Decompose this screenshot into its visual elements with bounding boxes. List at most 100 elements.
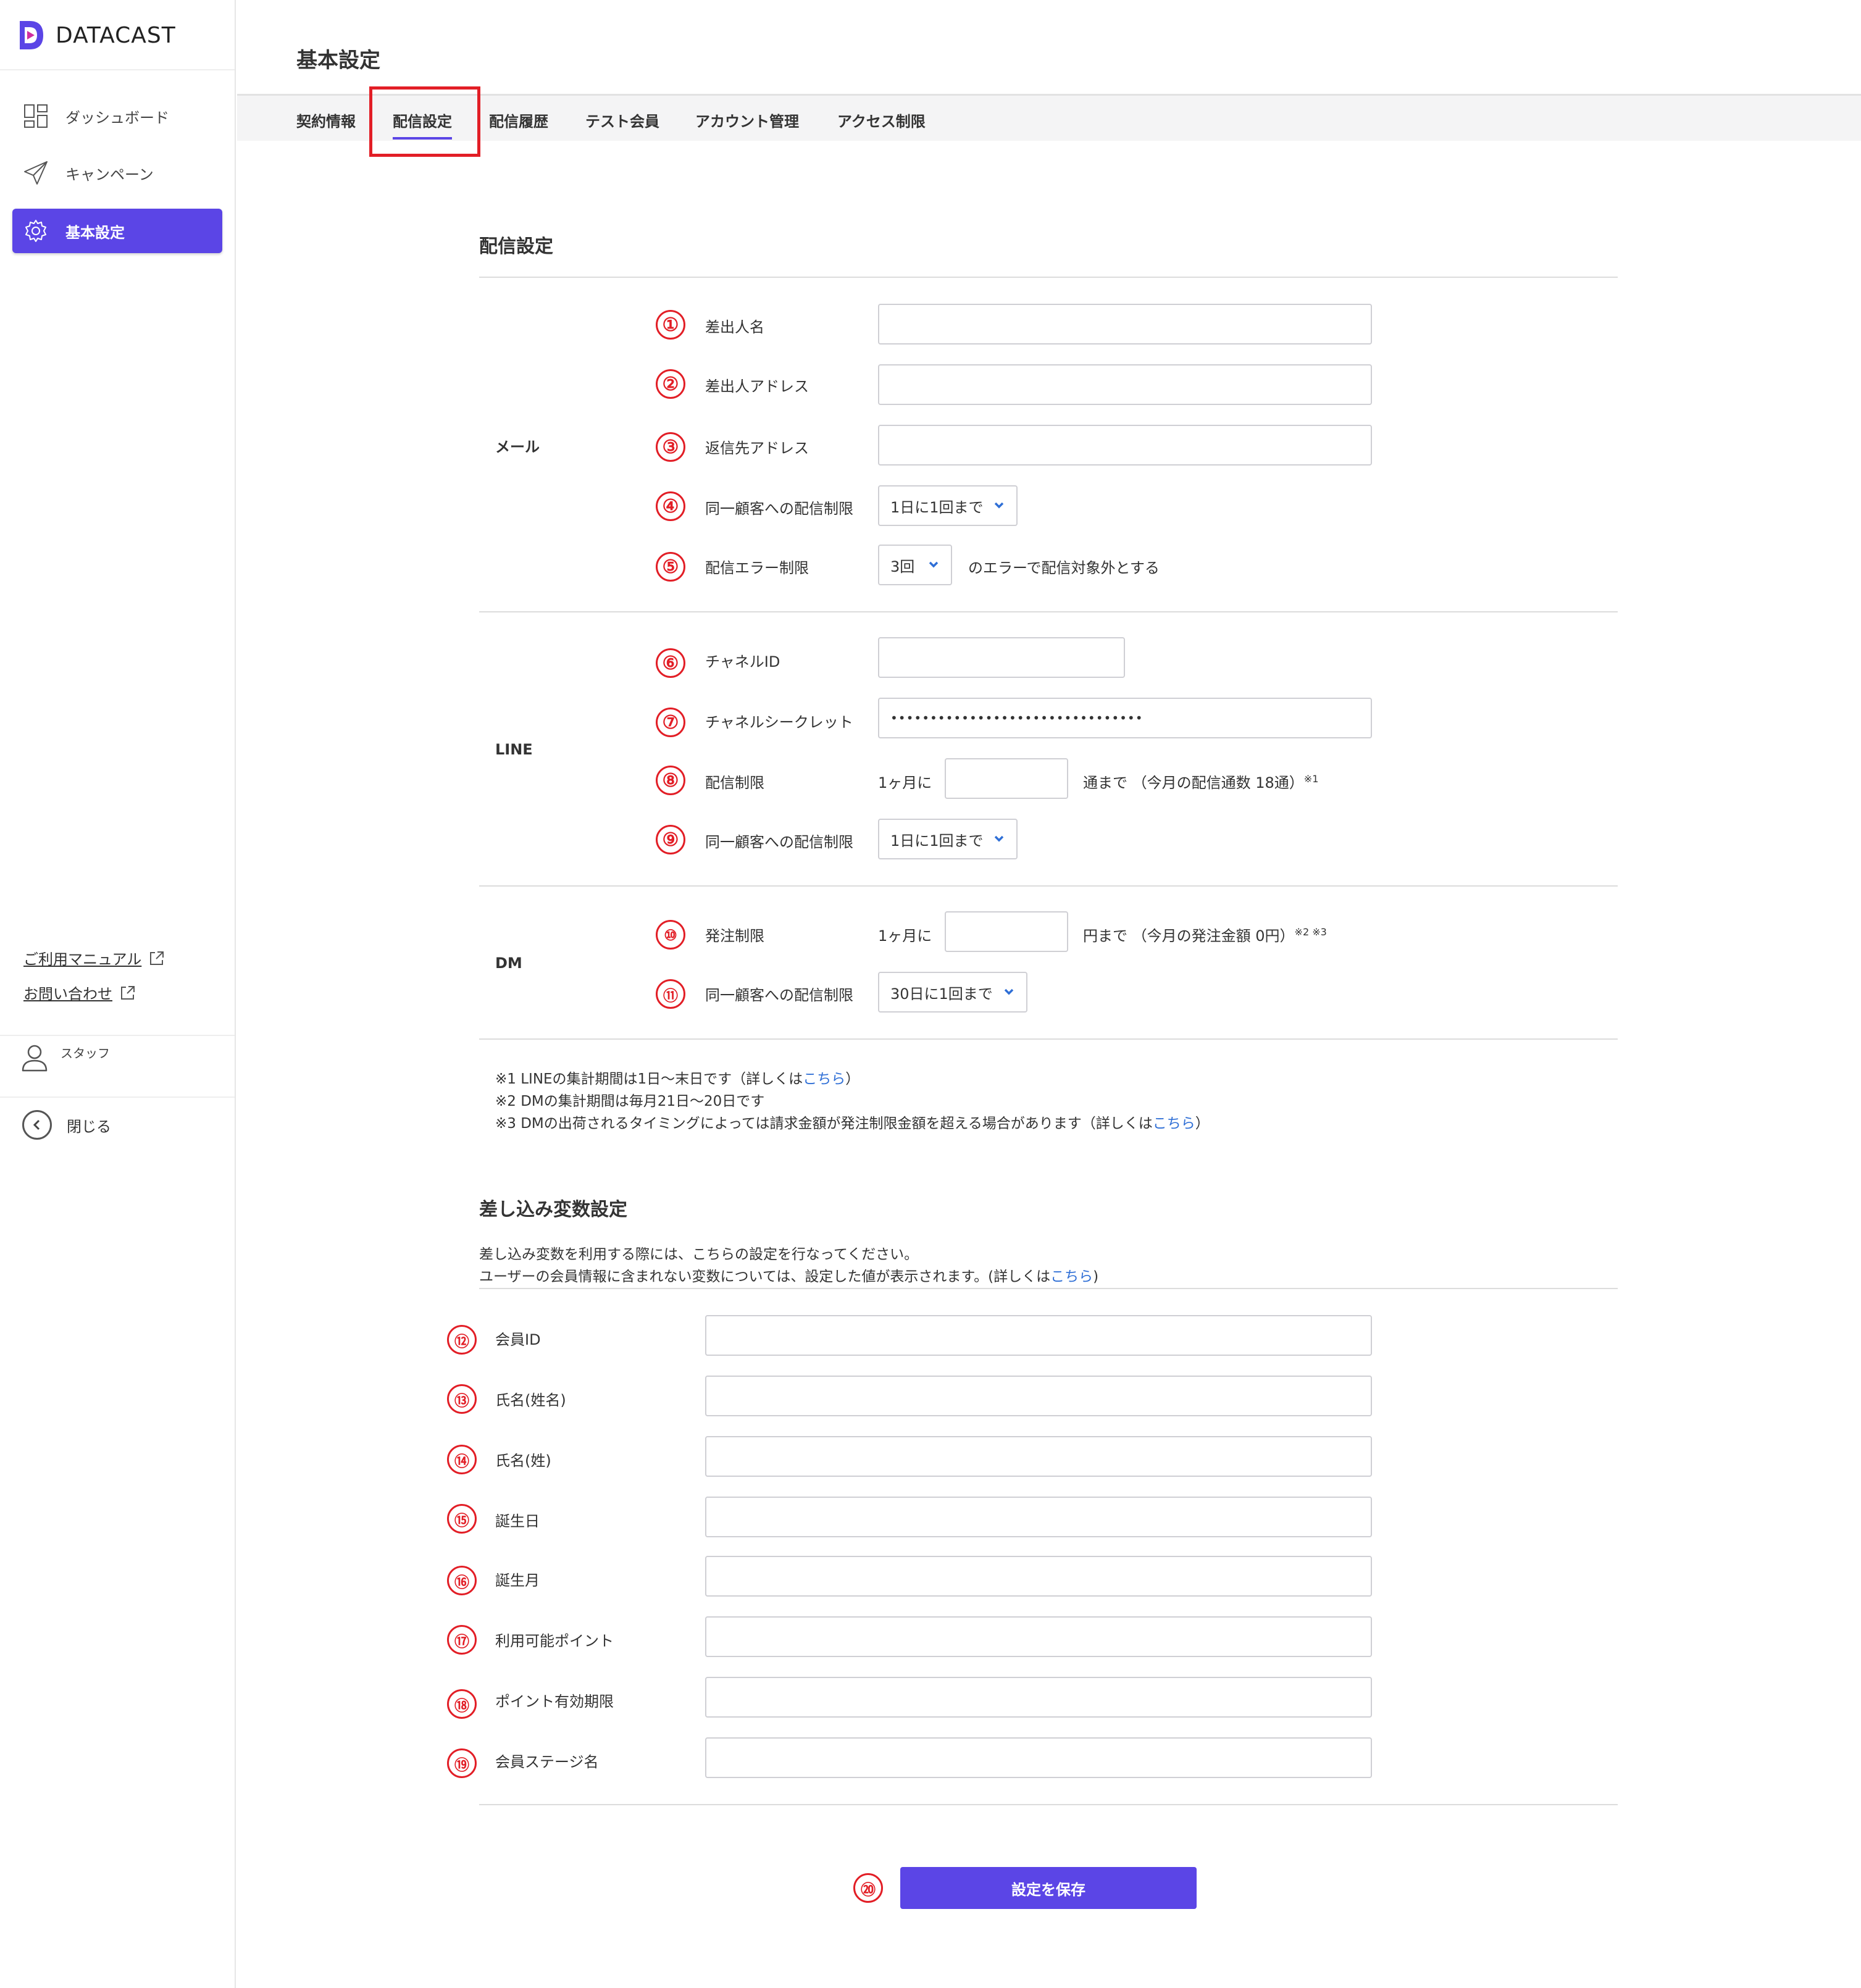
line-delivery-limit-label: 配信制限 [705, 774, 764, 791]
divider [479, 1038, 1618, 1040]
logo-text: DATACAST [56, 22, 176, 48]
annotation-badge: ⑦ [656, 708, 685, 737]
dm-same-customer-limit-label: 同一顧客への配信制限 [705, 987, 853, 1004]
tab-test-members[interactable]: テスト会員 [585, 109, 659, 131]
user-account[interactable]: スタッフ [21, 1043, 110, 1072]
reply-address-label: 返信先アドレス [705, 440, 809, 457]
full-name-input[interactable] [705, 1376, 1372, 1416]
birth-month-input[interactable] [705, 1556, 1372, 1597]
sidebar-item-campaign[interactable]: キャンペーン [12, 151, 222, 195]
sender-address-input[interactable] [878, 364, 1372, 405]
dm-same-customer-limit-select[interactable]: 30日に1回まで [878, 972, 1027, 1013]
select-value: 1日に1回まで [890, 832, 984, 850]
details-link[interactable]: こちら [1050, 1269, 1093, 1285]
sidebar-divider [0, 1096, 235, 1098]
dm-order-limit-input[interactable] [945, 911, 1068, 952]
annotation-badge: ⑭ [447, 1445, 477, 1474]
save-settings-button[interactable]: 設定を保存 [900, 1867, 1197, 1909]
member-stage-input[interactable] [705, 1737, 1372, 1778]
divider [479, 611, 1618, 612]
variables-desc-line2: ユーザーの会員情報に含まれない変数については、設定した値が表示されます。(詳しく… [479, 1264, 1098, 1285]
datacast-logo-icon [20, 21, 43, 49]
footnote-text: ※2 DMの集計期間は毎月21日〜20日です [495, 1093, 765, 1109]
desc-after: ) [1093, 1269, 1099, 1285]
external-link-icon [150, 951, 164, 965]
tab-access-restriction[interactable]: アクセス制限 [837, 109, 926, 131]
contact-link[interactable]: お問い合わせ [23, 982, 136, 1003]
dm-group-label: DM [495, 954, 522, 972]
footnote-text: ※3 DMの出荷されるタイミングによっては請求金額が発注制限金額を超える場合があ… [495, 1116, 1153, 1132]
line-same-customer-limit-select[interactable]: 1日に1回まで [878, 819, 1018, 859]
note-ref: ※2 ※3 [1294, 926, 1327, 938]
points-expiry-label: ポイント有効期限 [495, 1693, 614, 1710]
annotation-badge: ⑮ [447, 1504, 477, 1534]
annotation-badge: ④ [656, 491, 685, 521]
annotation-badge: ⑫ [447, 1325, 477, 1355]
mail-group-label: メール [495, 438, 540, 456]
annotation-badge: ③ [656, 432, 685, 462]
dm-order-limit-suffix-text: 円まで （今月の発注金額 0円） [1083, 927, 1295, 945]
delivery-section-title: 配信設定 [479, 236, 553, 257]
line-same-customer-limit-label: 同一顧客への配信制限 [705, 833, 853, 851]
sidebar-item-settings[interactable]: 基本設定 [12, 209, 222, 253]
footnote-after: ） [845, 1071, 860, 1087]
note-ref: ※1 [1303, 773, 1319, 785]
tab-delivery-history[interactable]: 配信履歴 [489, 109, 548, 131]
channel-secret-label: チャネルシークレット [705, 714, 853, 731]
dm-order-limit-label: 発注制限 [705, 927, 764, 945]
available-points-input[interactable] [705, 1616, 1372, 1657]
footnote-1: ※1 LINEの集計期間は1日〜末日です（詳しくはこちら） [495, 1067, 859, 1088]
contact-link-label: お問い合わせ [23, 985, 112, 1003]
sidebar: DATACAST ダッシュボード キャンペーン 基本設定 ご利用マニュアル お問… [0, 0, 236, 1988]
annotation-badge: ⑬ [447, 1384, 477, 1414]
external-link-icon [121, 985, 135, 1000]
channel-secret-input[interactable]: •••••••••••••••••••••••••••••••• [878, 698, 1372, 738]
member-id-input[interactable] [705, 1315, 1372, 1356]
annotation-highlight-box [369, 86, 480, 157]
error-limit-select[interactable]: 3回 [878, 545, 952, 585]
error-limit-label: 配信エラー制限 [705, 559, 809, 577]
line-delivery-limit-input[interactable] [945, 758, 1068, 799]
sidebar-item-label: ダッシュボード [65, 109, 169, 127]
reply-address-input[interactable] [878, 425, 1372, 466]
channel-id-input[interactable] [878, 637, 1125, 678]
close-sidebar-button[interactable]: 閉じる [22, 1110, 111, 1140]
chevron-down-icon [994, 835, 1004, 842]
divider [479, 1804, 1618, 1805]
last-name-input[interactable] [705, 1436, 1372, 1477]
sidebar-item-dashboard[interactable]: ダッシュボード [12, 94, 222, 138]
dm-order-limit-prefix: 1ヶ月に [878, 927, 932, 945]
last-name-label: 氏名(姓) [495, 1452, 551, 1469]
close-label: 閉じる [67, 1117, 111, 1135]
member-stage-label: 会員ステージ名 [495, 1753, 599, 1771]
full-name-label: 氏名(姓名) [495, 1392, 566, 1409]
tab-contract[interactable]: 契約情報 [296, 109, 356, 131]
logo: DATACAST [19, 19, 176, 52]
chevron-down-icon [929, 561, 939, 568]
birthday-input[interactable] [705, 1497, 1372, 1537]
manual-link-label: ご利用マニュアル [23, 951, 142, 968]
manual-link[interactable]: ご利用マニュアル [23, 947, 165, 969]
points-expiry-input[interactable] [705, 1677, 1372, 1718]
birthday-label: 誕生日 [495, 1513, 540, 1530]
sender-name-label: 差出人名 [705, 319, 764, 336]
details-link[interactable]: こちら [803, 1071, 845, 1087]
mail-same-customer-limit-select[interactable]: 1日に1回まで [878, 485, 1018, 526]
page-title: 基本設定 [296, 48, 380, 73]
user-label: スタッフ [61, 1046, 110, 1061]
annotation-badge: ⑱ [447, 1689, 477, 1719]
sender-name-input[interactable] [878, 304, 1372, 345]
footnote-3: ※3 DMの出荷されるタイミングによっては請求金額が発注制限金額を超える場合があ… [495, 1111, 1210, 1132]
tab-account-management[interactable]: アカウント管理 [695, 109, 799, 131]
member-id-label: 会員ID [495, 1331, 541, 1348]
annotation-badge: ① [656, 310, 685, 340]
annotation-badge: ⑯ [447, 1566, 477, 1595]
select-value: 1日に1回まで [890, 498, 984, 516]
chevron-left-icon [22, 1110, 52, 1140]
annotation-badge: ⑳ [853, 1873, 883, 1903]
sidebar-divider [0, 69, 235, 70]
annotation-badge: ② [656, 369, 685, 399]
user-icon [22, 1045, 48, 1072]
variables-desc-line1: 差し込み変数を利用する際には、こちらの設定を行なってください。 [479, 1247, 919, 1263]
details-link[interactable]: こちら [1153, 1116, 1195, 1132]
